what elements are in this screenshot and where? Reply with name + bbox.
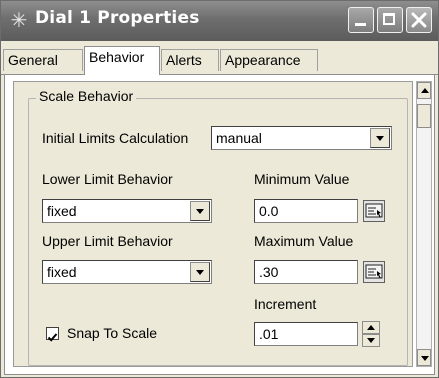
- behavior-panel: Scale Behavior Initial Limits Calculatio…: [4, 75, 435, 375]
- spin-up-button[interactable]: [362, 321, 380, 334]
- group-legend: Scale Behavior: [36, 88, 137, 104]
- upper-limit-value: fixed: [47, 264, 77, 280]
- upper-limit-select[interactable]: fixed: [42, 260, 212, 284]
- scroll-down-button[interactable]: [417, 349, 431, 366]
- lower-limit-label: Lower Limit Behavior: [42, 171, 173, 187]
- increment-spinner[interactable]: [362, 321, 380, 347]
- tab-appearance[interactable]: Appearance: [220, 49, 318, 71]
- title-bar[interactable]: ✳ Dial 1 Properties: [1, 1, 438, 41]
- upper-limit-label: Upper Limit Behavior: [42, 233, 173, 249]
- lower-limit-value: fixed: [47, 203, 77, 219]
- scroll-thumb[interactable]: [417, 104, 431, 128]
- maximum-value-input[interactable]: .30: [254, 260, 358, 284]
- minimum-value-label: Minimum Value: [254, 171, 350, 187]
- tab-label: General: [8, 52, 58, 68]
- vertical-scrollbar[interactable]: [416, 81, 432, 367]
- initial-limits-label: Initial Limits Calculation: [42, 130, 189, 146]
- maximize-button[interactable]: [377, 7, 403, 33]
- tab-general[interactable]: General: [3, 49, 83, 71]
- tab-behavior[interactable]: Behavior: [84, 46, 160, 75]
- dropdown-button[interactable]: [190, 201, 210, 221]
- checkmark-icon: [47, 333, 58, 342]
- chevron-down-icon: [196, 270, 204, 275]
- tab-label: Alerts: [166, 52, 202, 68]
- minimum-value-text: 0.0: [259, 203, 279, 219]
- close-icon: [411, 12, 427, 28]
- scroll-up-button[interactable]: [417, 82, 431, 99]
- properties-icon: ✳: [10, 8, 28, 32]
- tab-alerts[interactable]: Alerts: [161, 49, 219, 71]
- chevron-down-icon: [196, 209, 204, 214]
- minimum-picker-button[interactable]: [363, 200, 385, 222]
- chevron-down-icon: [376, 136, 384, 141]
- maximum-value-text: .30: [259, 264, 279, 280]
- minimize-button[interactable]: [348, 7, 374, 33]
- initial-limits-select[interactable]: manual: [211, 126, 392, 150]
- scroll-content: Scale Behavior Initial Limits Calculatio…: [13, 81, 413, 367]
- snap-to-scale-checkbox[interactable]: [46, 327, 59, 342]
- maximize-icon: [383, 13, 395, 25]
- tab-strip: General Behavior Alerts Appearance: [1, 41, 438, 77]
- data-picker-icon: [365, 203, 383, 218]
- chevron-down-icon: [421, 356, 429, 361]
- properties-window: ✳ Dial 1 Properties General Behavior Ale…: [0, 0, 439, 378]
- minimize-icon: [355, 23, 366, 26]
- dropdown-button[interactable]: [370, 128, 390, 148]
- chevron-up-icon: [367, 325, 375, 330]
- lower-limit-select[interactable]: fixed: [42, 199, 212, 223]
- increment-text: .01: [259, 326, 279, 342]
- tab-label: Behavior: [89, 49, 145, 65]
- spin-down-button[interactable]: [362, 334, 380, 347]
- tab-label: Appearance: [225, 52, 301, 68]
- maximum-value-label: Maximum Value: [254, 233, 354, 249]
- close-button[interactable]: [406, 7, 432, 33]
- chevron-down-icon: [367, 338, 375, 343]
- increment-input[interactable]: .01: [254, 322, 358, 346]
- increment-label: Increment: [254, 296, 317, 312]
- minimum-value-input[interactable]: 0.0: [254, 199, 358, 223]
- data-picker-icon: [365, 264, 383, 279]
- snap-to-scale-label[interactable]: Snap To Scale: [67, 325, 157, 341]
- window-title: Dial 1 Properties: [35, 8, 200, 28]
- initial-limits-value: manual: [216, 130, 262, 146]
- maximum-picker-button[interactable]: [363, 261, 385, 283]
- dropdown-button[interactable]: [190, 262, 210, 282]
- chevron-up-icon: [421, 88, 429, 93]
